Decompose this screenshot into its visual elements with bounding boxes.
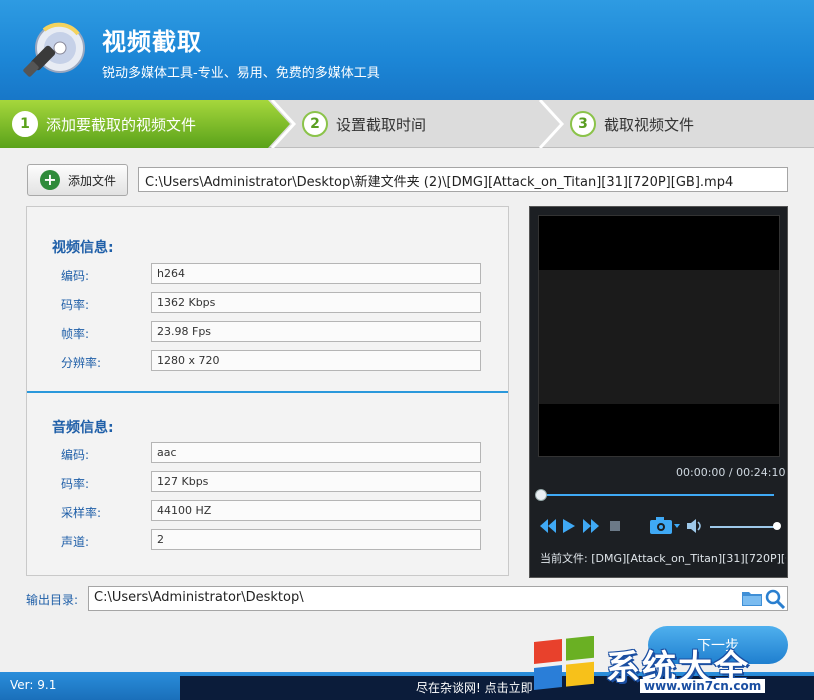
volume-icon[interactable] bbox=[687, 518, 705, 534]
fast-forward-icon[interactable] bbox=[583, 519, 599, 533]
audio-codec-field: aac bbox=[151, 442, 481, 463]
video-frame bbox=[539, 270, 779, 404]
step-separator-icon bbox=[538, 100, 565, 148]
plus-icon: + bbox=[40, 170, 60, 190]
volume-slider[interactable] bbox=[710, 526, 776, 528]
step-number: 1 bbox=[12, 111, 38, 137]
output-dir-label: 输出目录: bbox=[26, 593, 79, 607]
stop-icon[interactable] bbox=[610, 521, 620, 531]
video-player: 00:00:00 / 00:24:10 当前文件: [DMG][Attack_o… bbox=[529, 206, 788, 578]
step-label: 添加要截取的视频文件 bbox=[46, 115, 197, 134]
step-3[interactable]: 3 截取视频文件 bbox=[570, 100, 694, 148]
video-resolution-field: 1280 x 720 bbox=[151, 350, 481, 371]
snapshot-camera-icon[interactable] bbox=[650, 516, 680, 534]
search-icon[interactable] bbox=[765, 589, 785, 609]
add-file-button[interactable]: + 添加文件 bbox=[27, 164, 128, 196]
version-label: Ver: 9.1 bbox=[10, 678, 57, 692]
media-info-panel: 视频信息: 编码: h264 码率: 1362 Kbps 帧率: 23.98 F… bbox=[26, 206, 509, 576]
step-label: 截取视频文件 bbox=[604, 115, 695, 134]
audio-info-title: 音频信息: bbox=[52, 420, 114, 436]
step-separator-icon bbox=[270, 100, 297, 148]
video-bitrate-field: 1362 Kbps bbox=[151, 292, 481, 313]
step-bar: 1 添加要截取的视频文件 2 设置截取时间 3 截取视频文件 bbox=[0, 100, 814, 148]
play-icon[interactable] bbox=[563, 519, 575, 533]
progress-handle[interactable] bbox=[535, 489, 547, 501]
app-title: 视频截取 bbox=[102, 28, 202, 56]
current-file-label: 当前文件: [DMG][Attack_on_Titan][31][720P][G… bbox=[540, 552, 786, 565]
watermark-url: www.win7cn.com bbox=[640, 679, 766, 693]
volume-handle[interactable] bbox=[773, 522, 781, 530]
video-framerate-field: 23.98 Fps bbox=[151, 321, 481, 342]
rewind-icon[interactable] bbox=[540, 519, 556, 533]
ad-text[interactable]: 尽在杂谈网! 点击立即 bbox=[416, 679, 533, 696]
step-label: 设置截取时间 bbox=[336, 115, 427, 134]
video-codec-field: h264 bbox=[151, 263, 481, 284]
audio-codec-label: 编码: bbox=[61, 448, 90, 462]
audio-channels-label: 声道: bbox=[61, 535, 90, 549]
audio-channels-field: 2 bbox=[151, 529, 481, 550]
app-logo-icon bbox=[23, 22, 85, 77]
section-divider bbox=[27, 391, 508, 393]
step-1[interactable]: 1 添加要截取的视频文件 bbox=[0, 100, 290, 148]
video-screen bbox=[538, 215, 780, 457]
video-resolution-label: 分辨率: bbox=[61, 356, 102, 370]
video-framerate-label: 帧率: bbox=[61, 327, 90, 341]
app-subtitle: 锐动多媒体工具-专业、易用、免费的多媒体工具 bbox=[102, 66, 380, 81]
video-bitrate-label: 码率: bbox=[61, 298, 90, 312]
video-codec-label: 编码: bbox=[61, 269, 90, 283]
step-2[interactable]: 2 设置截取时间 bbox=[302, 100, 426, 148]
audio-bitrate-field: 127 Kbps bbox=[151, 471, 481, 492]
folder-icon[interactable] bbox=[742, 590, 762, 606]
step-number: 2 bbox=[302, 111, 328, 137]
audio-samplerate-field: 44100 HZ bbox=[151, 500, 481, 521]
audio-bitrate-label: 码率: bbox=[61, 477, 90, 491]
output-dir-field[interactable]: C:\Users\Administrator\Desktop\ bbox=[88, 586, 788, 611]
time-readout: 00:00:00 / 00:24:10 bbox=[676, 466, 786, 479]
progress-bar[interactable] bbox=[542, 494, 774, 496]
audio-samplerate-label: 采样率: bbox=[61, 506, 102, 520]
source-file-path-field[interactable]: C:\Users\Administrator\Desktop\新建文件夹 (2)… bbox=[138, 167, 788, 192]
add-file-label: 添加文件 bbox=[68, 173, 117, 188]
step-number: 3 bbox=[570, 111, 596, 137]
app-header: 视频截取 锐动多媒体工具-专业、易用、免费的多媒体工具 bbox=[0, 0, 814, 100]
video-info-title: 视频信息: bbox=[52, 240, 114, 256]
